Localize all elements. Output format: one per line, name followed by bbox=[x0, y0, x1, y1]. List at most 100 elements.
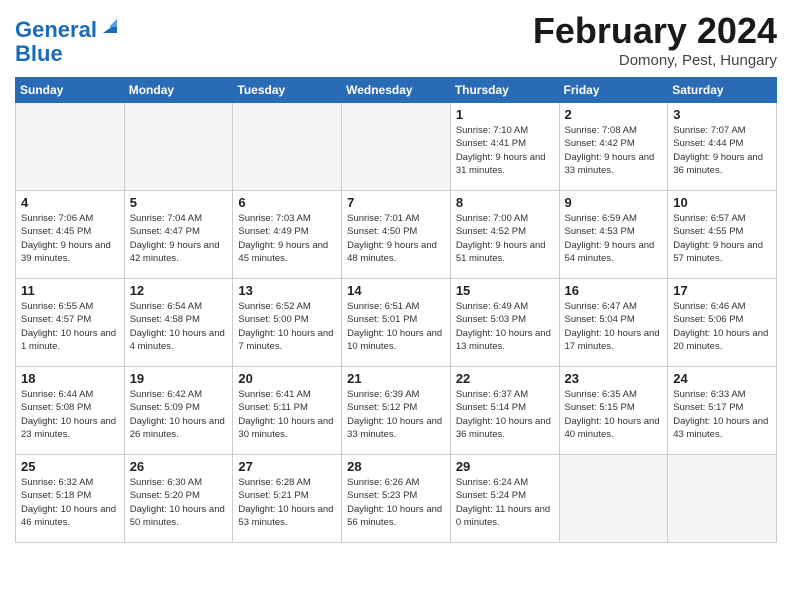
calendar-week-3: 11 Sunrise: 6:55 AM Sunset: 4:57 PM Dayli… bbox=[16, 279, 777, 367]
day-info: Sunrise: 7:07 AM Sunset: 4:44 PM Dayligh… bbox=[673, 124, 771, 177]
calendar-cell: 23 Sunrise: 6:35 AM Sunset: 5:15 PM Dayli… bbox=[559, 367, 668, 455]
month-title: February 2024 bbox=[533, 10, 777, 52]
day-number: 25 bbox=[21, 459, 119, 474]
calendar-cell: 19 Sunrise: 6:42 AM Sunset: 5:09 PM Dayli… bbox=[124, 367, 233, 455]
calendar-week-5: 25 Sunrise: 6:32 AM Sunset: 5:18 PM Dayli… bbox=[16, 455, 777, 543]
day-info: Sunrise: 6:57 AM Sunset: 4:55 PM Dayligh… bbox=[673, 212, 771, 265]
calendar-cell: 4Sunrise: 7:06 AM Sunset: 4:45 PM Daylig… bbox=[16, 191, 125, 279]
day-number: 13 bbox=[238, 283, 336, 298]
calendar-cell: 25 Sunrise: 6:32 AM Sunset: 5:18 PM Dayli… bbox=[16, 455, 125, 543]
day-info: Sunrise: 6:28 AM Sunset: 5:21 PM Dayligh… bbox=[238, 476, 336, 529]
calendar-cell: 7Sunrise: 7:01 AM Sunset: 4:50 PM Daylig… bbox=[342, 191, 451, 279]
day-info: Sunrise: 7:00 AM Sunset: 4:52 PM Dayligh… bbox=[456, 212, 554, 265]
logo-blue: Blue bbox=[15, 41, 63, 66]
day-info: Sunrise: 6:35 AM Sunset: 5:15 PM Dayligh… bbox=[565, 388, 663, 441]
calendar-cell: 17 Sunrise: 6:46 AM Sunset: 5:06 PM Dayli… bbox=[668, 279, 777, 367]
day-info: Sunrise: 6:24 AM Sunset: 5:24 PM Dayligh… bbox=[456, 476, 554, 529]
day-info: Sunrise: 6:33 AM Sunset: 5:17 PM Dayligh… bbox=[673, 388, 771, 441]
calendar-week-1: 1 Sunrise: 7:10 AM Sunset: 4:41 PM Daylig… bbox=[16, 103, 777, 191]
day-info: Sunrise: 7:03 AM Sunset: 4:49 PM Dayligh… bbox=[238, 212, 336, 265]
day-number: 18 bbox=[21, 371, 119, 386]
day-info: Sunrise: 6:46 AM Sunset: 5:06 PM Dayligh… bbox=[673, 300, 771, 353]
day-number: 27 bbox=[238, 459, 336, 474]
day-info: Sunrise: 7:10 AM Sunset: 4:41 PM Dayligh… bbox=[456, 124, 554, 177]
day-info: Sunrise: 6:47 AM Sunset: 5:04 PM Dayligh… bbox=[565, 300, 663, 353]
day-info: Sunrise: 6:54 AM Sunset: 4:58 PM Dayligh… bbox=[130, 300, 228, 353]
col-header-wednesday: Wednesday bbox=[342, 78, 451, 103]
day-number: 1 bbox=[456, 107, 554, 122]
logo-general: General bbox=[15, 17, 97, 42]
col-header-thursday: Thursday bbox=[450, 78, 559, 103]
logo-icon bbox=[99, 15, 121, 37]
calendar-cell bbox=[233, 103, 342, 191]
day-number: 19 bbox=[130, 371, 228, 386]
day-number: 23 bbox=[565, 371, 663, 386]
day-number: 7 bbox=[347, 195, 445, 210]
day-number: 16 bbox=[565, 283, 663, 298]
day-number: 28 bbox=[347, 459, 445, 474]
calendar-cell bbox=[559, 455, 668, 543]
calendar-cell: 10 Sunrise: 6:57 AM Sunset: 4:55 PM Dayli… bbox=[668, 191, 777, 279]
day-info: Sunrise: 6:52 AM Sunset: 5:00 PM Dayligh… bbox=[238, 300, 336, 353]
calendar-cell: 26Sunrise: 6:30 AM Sunset: 5:20 PM Dayli… bbox=[124, 455, 233, 543]
day-number: 21 bbox=[347, 371, 445, 386]
calendar-cell: 20 Sunrise: 6:41 AM Sunset: 5:11 PM Dayli… bbox=[233, 367, 342, 455]
day-number: 9 bbox=[565, 195, 663, 210]
calendar-cell: 16 Sunrise: 6:47 AM Sunset: 5:04 PM Dayli… bbox=[559, 279, 668, 367]
day-info: Sunrise: 6:49 AM Sunset: 5:03 PM Dayligh… bbox=[456, 300, 554, 353]
calendar-cell: 13 Sunrise: 6:52 AM Sunset: 5:00 PM Dayli… bbox=[233, 279, 342, 367]
calendar-cell: 22Sunrise: 6:37 AM Sunset: 5:14 PM Dayli… bbox=[450, 367, 559, 455]
day-info: Sunrise: 6:39 AM Sunset: 5:12 PM Dayligh… bbox=[347, 388, 445, 441]
calendar-cell: 5Sunrise: 7:04 AM Sunset: 4:47 PM Daylig… bbox=[124, 191, 233, 279]
day-info: Sunrise: 6:42 AM Sunset: 5:09 PM Dayligh… bbox=[130, 388, 228, 441]
day-number: 12 bbox=[130, 283, 228, 298]
day-number: 29 bbox=[456, 459, 554, 474]
calendar-cell: 9 Sunrise: 6:59 AM Sunset: 4:53 PM Daylig… bbox=[559, 191, 668, 279]
day-info: Sunrise: 6:59 AM Sunset: 4:53 PM Dayligh… bbox=[565, 212, 663, 265]
day-number: 15 bbox=[456, 283, 554, 298]
day-number: 5 bbox=[130, 195, 228, 210]
day-number: 2 bbox=[565, 107, 663, 122]
calendar-cell: 3 Sunrise: 7:07 AM Sunset: 4:44 PM Daylig… bbox=[668, 103, 777, 191]
calendar-cell: 28 Sunrise: 6:26 AM Sunset: 5:23 PM Dayli… bbox=[342, 455, 451, 543]
calendar-cell: 6Sunrise: 7:03 AM Sunset: 4:49 PM Daylig… bbox=[233, 191, 342, 279]
calendar-table: SundayMondayTuesdayWednesdayThursdayFrid… bbox=[15, 77, 777, 543]
day-info: Sunrise: 6:55 AM Sunset: 4:57 PM Dayligh… bbox=[21, 300, 119, 353]
col-header-tuesday: Tuesday bbox=[233, 78, 342, 103]
page-header: General Blue February 2024 Domony, Pest,… bbox=[15, 10, 777, 69]
calendar-cell: 27 Sunrise: 6:28 AM Sunset: 5:21 PM Dayli… bbox=[233, 455, 342, 543]
calendar-cell: 2 Sunrise: 7:08 AM Sunset: 4:42 PM Daylig… bbox=[559, 103, 668, 191]
location: Domony, Pest, Hungary bbox=[533, 52, 777, 69]
day-info: Sunrise: 6:41 AM Sunset: 5:11 PM Dayligh… bbox=[238, 388, 336, 441]
calendar-cell: 11 Sunrise: 6:55 AM Sunset: 4:57 PM Dayli… bbox=[16, 279, 125, 367]
day-info: Sunrise: 6:51 AM Sunset: 5:01 PM Dayligh… bbox=[347, 300, 445, 353]
calendar-cell bbox=[124, 103, 233, 191]
title-block: February 2024 Domony, Pest, Hungary bbox=[533, 10, 777, 69]
calendar-cell: 1 Sunrise: 7:10 AM Sunset: 4:41 PM Daylig… bbox=[450, 103, 559, 191]
calendar-cell: 24 Sunrise: 6:33 AM Sunset: 5:17 PM Dayli… bbox=[668, 367, 777, 455]
day-number: 10 bbox=[673, 195, 771, 210]
day-number: 24 bbox=[673, 371, 771, 386]
logo: General Blue bbox=[15, 18, 121, 66]
col-header-monday: Monday bbox=[124, 78, 233, 103]
day-number: 20 bbox=[238, 371, 336, 386]
day-number: 3 bbox=[673, 107, 771, 122]
day-info: Sunrise: 6:32 AM Sunset: 5:18 PM Dayligh… bbox=[21, 476, 119, 529]
day-number: 4 bbox=[21, 195, 119, 210]
calendar-cell: 8 Sunrise: 7:00 AM Sunset: 4:52 PM Daylig… bbox=[450, 191, 559, 279]
calendar-cell bbox=[16, 103, 125, 191]
calendar-cell: 18Sunrise: 6:44 AM Sunset: 5:08 PM Dayli… bbox=[16, 367, 125, 455]
col-header-friday: Friday bbox=[559, 78, 668, 103]
calendar-cell: 21 Sunrise: 6:39 AM Sunset: 5:12 PM Dayli… bbox=[342, 367, 451, 455]
day-number: 17 bbox=[673, 283, 771, 298]
day-info: Sunrise: 7:08 AM Sunset: 4:42 PM Dayligh… bbox=[565, 124, 663, 177]
day-number: 11 bbox=[21, 283, 119, 298]
header-row: SundayMondayTuesdayWednesdayThursdayFrid… bbox=[16, 78, 777, 103]
day-info: Sunrise: 6:26 AM Sunset: 5:23 PM Dayligh… bbox=[347, 476, 445, 529]
calendar-week-2: 4Sunrise: 7:06 AM Sunset: 4:45 PM Daylig… bbox=[16, 191, 777, 279]
col-header-saturday: Saturday bbox=[668, 78, 777, 103]
day-number: 8 bbox=[456, 195, 554, 210]
calendar-week-4: 18Sunrise: 6:44 AM Sunset: 5:08 PM Dayli… bbox=[16, 367, 777, 455]
calendar-cell bbox=[668, 455, 777, 543]
day-number: 26 bbox=[130, 459, 228, 474]
